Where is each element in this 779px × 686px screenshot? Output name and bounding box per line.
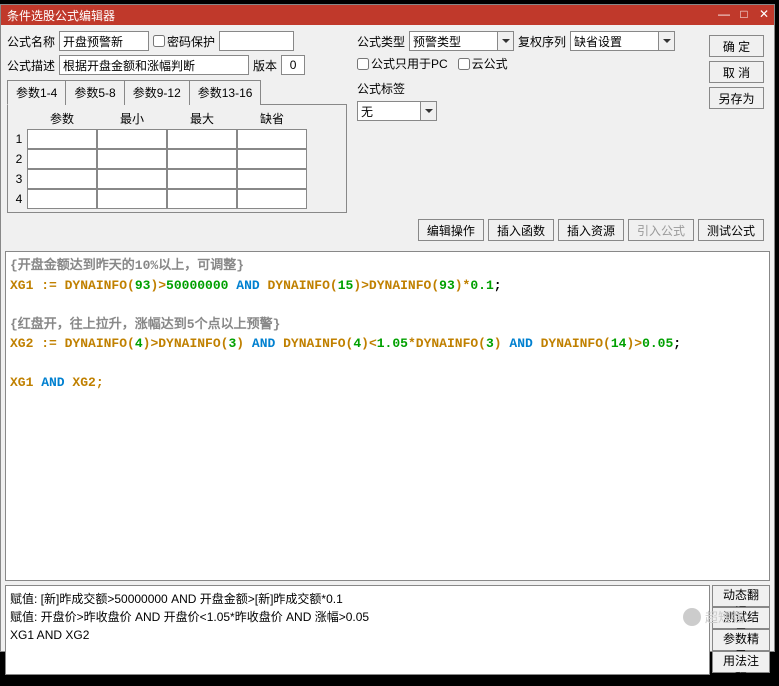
tab-params-9-12[interactable]: 参数9-12 [124, 80, 190, 105]
chevron-down-icon [497, 32, 513, 50]
param-cell[interactable] [237, 169, 307, 189]
param-cell[interactable] [27, 169, 97, 189]
param-wizard-button[interactable]: 参数精灵 [712, 629, 770, 651]
insert-function-button[interactable]: 插入函数 [488, 219, 554, 241]
output-line: 赋值: 开盘价>昨收盘价 AND 开盘价<1.05*昨收盘价 AND 涨幅>0.… [10, 608, 705, 626]
tab-params-1-4[interactable]: 参数1-4 [7, 80, 66, 105]
param-cell[interactable] [27, 189, 97, 209]
param-header-default: 缺省 [237, 108, 307, 129]
tab-params-5-8[interactable]: 参数5-8 [65, 80, 124, 105]
param-cell[interactable] [27, 129, 97, 149]
version-label: 版本 [253, 57, 277, 74]
save-as-button[interactable]: 另存为 [709, 87, 764, 109]
formula-tag-select[interactable]: 无 [357, 101, 437, 121]
param-cell[interactable] [97, 129, 167, 149]
version-input[interactable] [281, 55, 305, 75]
formula-type-label: 公式类型 [357, 33, 405, 50]
param-header-max: 最大 [167, 108, 237, 129]
import-formula-button[interactable]: 引入公式 [628, 219, 694, 241]
test-formula-button[interactable]: 测试公式 [698, 219, 764, 241]
param-cell[interactable] [97, 189, 167, 209]
titlebar[interactable]: 条件选股公式编辑器 — □ ✕ [1, 5, 774, 25]
insert-resource-button[interactable]: 插入资源 [558, 219, 624, 241]
param-cell[interactable] [97, 149, 167, 169]
chevron-down-icon [420, 102, 436, 120]
param-cell[interactable] [27, 149, 97, 169]
tab-params-13-16[interactable]: 参数13-16 [189, 80, 262, 105]
cancel-button[interactable]: 取 消 [709, 61, 764, 83]
confirm-button[interactable]: 确 定 [709, 35, 764, 57]
formula-name-label: 公式名称 [7, 33, 55, 50]
adjust-seq-label: 复权序列 [518, 33, 566, 50]
code-editor[interactable]: {开盘金额达到昨天的10%以上，可调整} XG1 := DYNAINFO(93)… [5, 251, 770, 581]
param-cell[interactable] [97, 169, 167, 189]
formula-type-select[interactable]: 预警类型 [409, 31, 514, 51]
usage-note-button[interactable]: 用法注释 [712, 651, 770, 673]
chevron-down-icon [658, 32, 674, 50]
formula-desc-label: 公式描述 [7, 57, 55, 74]
output-line: XG1 AND XG2 [10, 626, 705, 644]
param-cell[interactable] [237, 189, 307, 209]
close-button[interactable]: ✕ [754, 5, 774, 25]
password-input[interactable] [219, 31, 294, 51]
param-header-min: 最小 [97, 108, 167, 129]
test-result-button[interactable]: 测试结果 [712, 607, 770, 629]
cloud-formula-checkbox[interactable]: 云公式 [458, 55, 508, 72]
param-grid: 参数 最小 最大 缺省 1 2 3 4 [7, 105, 347, 213]
formula-tag-label: 公式标签 [357, 80, 405, 97]
param-cell[interactable] [237, 149, 307, 169]
param-cell[interactable] [167, 189, 237, 209]
window-title: 条件选股公式编辑器 [7, 7, 115, 24]
maximize-button[interactable]: □ [734, 5, 754, 25]
pc-only-checkbox[interactable]: 公式只用于PC [357, 55, 448, 72]
dynamic-translate-button[interactable]: 动态翻译 [712, 585, 770, 607]
edit-operation-button[interactable]: 编辑操作 [418, 219, 484, 241]
formula-editor-window: 条件选股公式编辑器 — □ ✕ 公式名称 密码保护 公式描述 [0, 4, 775, 652]
formula-name-input[interactable] [59, 31, 149, 51]
output-panel: 赋值: [新]昨成交额>50000000 AND 开盘金额>[新]昨成交额*0.… [5, 585, 710, 675]
formula-desc-input[interactable] [59, 55, 249, 75]
param-cell[interactable] [167, 169, 237, 189]
param-cell[interactable] [167, 129, 237, 149]
param-cell[interactable] [237, 129, 307, 149]
param-cell[interactable] [167, 149, 237, 169]
password-protect-checkbox[interactable]: 密码保护 [153, 33, 215, 50]
minimize-button[interactable]: — [714, 5, 734, 25]
param-header-name: 参数 [27, 108, 97, 129]
adjust-seq-select[interactable]: 缺省设置 [570, 31, 675, 51]
output-line: 赋值: [新]昨成交额>50000000 AND 开盘金额>[新]昨成交额*0.… [10, 590, 705, 608]
